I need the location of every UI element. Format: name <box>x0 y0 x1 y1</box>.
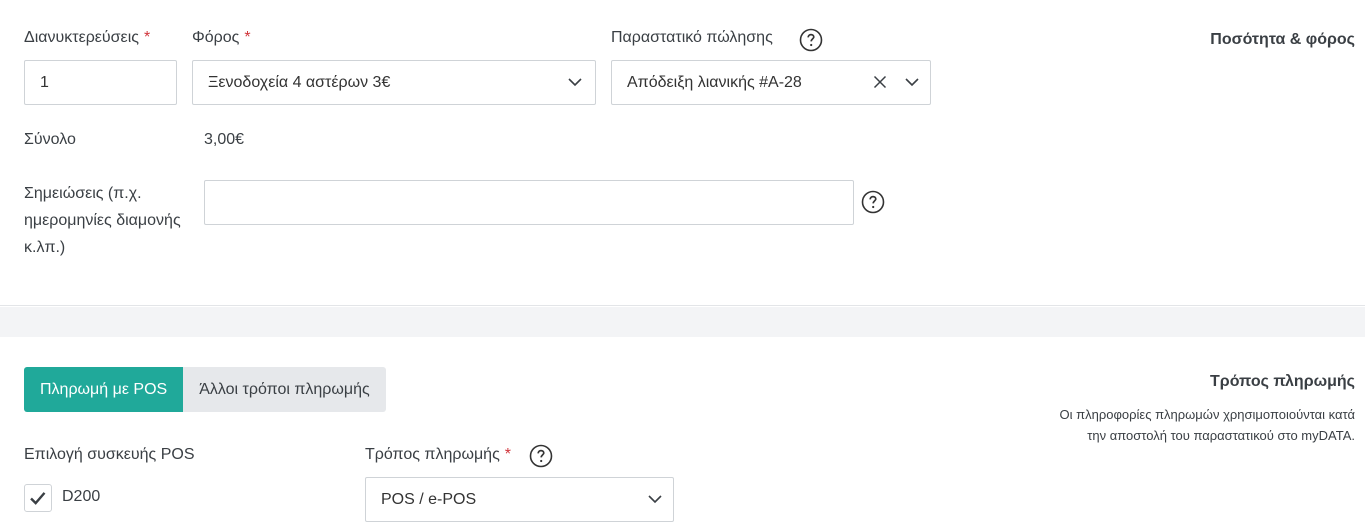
clear-icon[interactable] <box>872 74 888 90</box>
receipt-label: Παραστατικό πώλησης <box>611 29 773 46</box>
section-divider <box>0 307 1365 337</box>
tax-select-value: Ξενοδοχεία 4 αστέρων 3€ <box>208 74 391 91</box>
pos-device-label: Επιλογή συσκευής POS <box>24 446 195 463</box>
nights-label: Διανυκτερεύσεις * <box>24 29 150 47</box>
chevron-down-icon <box>568 78 582 87</box>
nights-label-text: Διανυκτερεύσεις <box>24 29 139 46</box>
payment-method-label-text: Τρόπος πληρωμής <box>365 446 500 463</box>
nights-input-value: 1 <box>40 74 49 91</box>
pos-device-option-label: D200 <box>62 488 101 505</box>
payment-method-label: Τρόπος πληρωμής * <box>365 446 511 464</box>
section-title-quantity-tax: Ποσότητα & φόρος <box>1210 31 1355 48</box>
help-icon[interactable] <box>799 28 823 52</box>
required-mark: * <box>244 29 251 46</box>
chevron-down-icon <box>648 495 662 504</box>
notes-input[interactable] <box>204 180 854 225</box>
payment-tabs: Πληρωμή με POS Άλλοι τρόποι πληρωμής <box>24 367 386 412</box>
receipt-select-value: Απόδειξη λιανικής #A-28 <box>627 74 802 91</box>
pos-device-checkbox[interactable] <box>24 484 52 512</box>
required-mark: * <box>143 29 151 46</box>
total-value: 3,00€ <box>204 131 245 148</box>
checkmark-icon <box>30 492 46 505</box>
tax-select[interactable]: Ξενοδοχεία 4 αστέρων 3€ <box>192 60 596 105</box>
payment-method-select[interactable]: POS / e-POS <box>365 477 674 522</box>
payment-description: Οι πληροφορίες πληρωμών χρησιμοποιούνται… <box>1059 407 1355 443</box>
help-icon[interactable] <box>861 190 885 214</box>
tax-label: Φόρος * <box>192 29 251 47</box>
help-icon[interactable] <box>529 444 553 468</box>
notes-label: Σημειώσεις (π.χ. ημερομηνίες διαμονής κ.… <box>24 185 181 256</box>
tab-other-payment[interactable]: Άλλοι τρόποι πληρωμής <box>183 367 386 412</box>
section-title-payment: Τρόπος πληρωμής <box>1210 373 1355 390</box>
nights-input[interactable]: 1 <box>24 60 177 105</box>
required-mark: * <box>504 446 512 463</box>
tab-pos-payment[interactable]: Πληρωμή με POS <box>24 367 184 412</box>
tax-label-text: Φόρος <box>192 29 240 46</box>
receipt-select[interactable]: Απόδειξη λιανικής #A-28 <box>611 60 931 105</box>
chevron-down-icon <box>905 78 919 87</box>
payment-method-select-value: POS / e-POS <box>381 491 477 508</box>
total-label: Σύνολο <box>24 131 76 148</box>
